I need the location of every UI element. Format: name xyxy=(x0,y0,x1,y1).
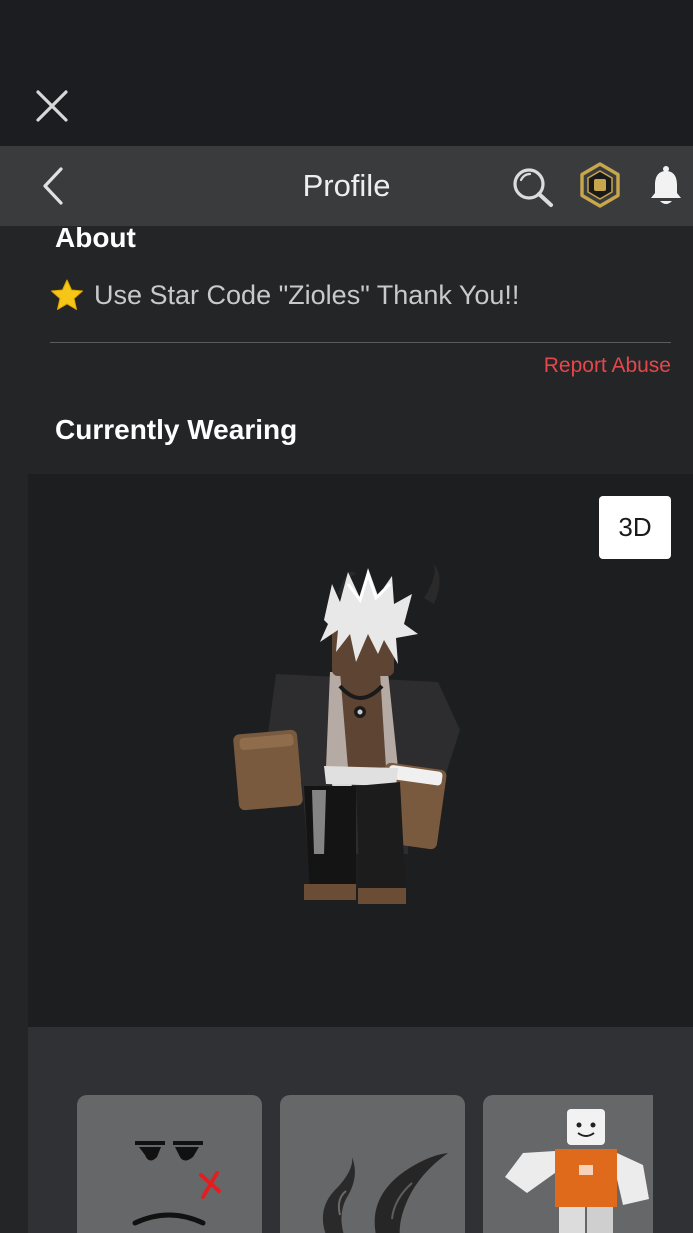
3d-toggle-button[interactable]: 3D xyxy=(599,496,671,559)
report-abuse-link[interactable]: Report Abuse xyxy=(544,354,671,378)
close-icon xyxy=(36,90,68,122)
robux-icon xyxy=(580,162,620,208)
close-button[interactable] xyxy=(30,84,74,128)
wearing-item-card[interactable] xyxy=(280,1095,465,1233)
top-strip xyxy=(0,0,693,146)
robux-button[interactable] xyxy=(576,160,624,210)
back-button[interactable] xyxy=(32,164,74,208)
currently-wearing-heading: Currently Wearing xyxy=(55,414,298,445)
divider xyxy=(50,342,671,343)
bell-icon xyxy=(651,166,681,204)
about-description: Use Star Code "Zioles" Thank You!! xyxy=(50,278,519,312)
chevron-left-icon xyxy=(43,167,63,205)
wearing-items-strip xyxy=(28,1027,693,1233)
profile-header: Profile xyxy=(0,146,693,226)
avatar-figure xyxy=(233,562,460,904)
search-button[interactable] xyxy=(508,164,558,210)
avatar-outfit-item-icon xyxy=(505,1109,649,1233)
avatar-viewer[interactable]: 3D xyxy=(28,474,693,1027)
star-icon xyxy=(51,279,83,310)
search-icon xyxy=(513,168,553,207)
horns-item-icon xyxy=(323,1153,448,1233)
about-text: Use Star Code "Zioles" Thank You!! xyxy=(94,279,520,310)
wearing-item-card[interactable] xyxy=(483,1095,653,1233)
profile-content: About Use Star Code "Zioles" Thank You!!… xyxy=(0,226,693,1233)
face-item-icon xyxy=(132,1141,221,1226)
about-heading: About xyxy=(55,226,136,253)
wearing-item-card[interactable] xyxy=(77,1095,262,1233)
notifications-button[interactable] xyxy=(644,162,688,210)
